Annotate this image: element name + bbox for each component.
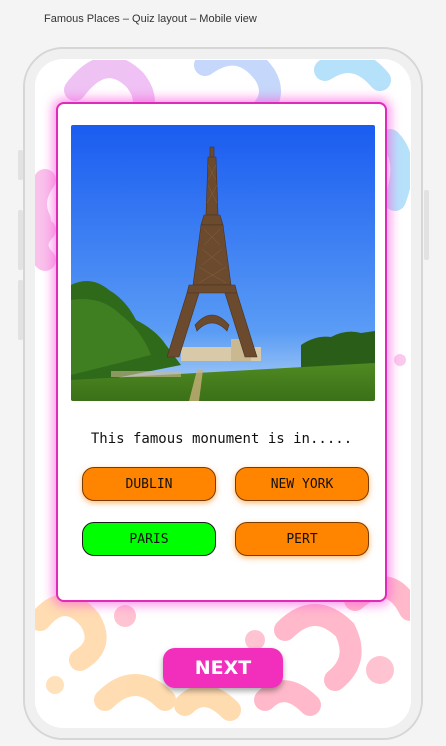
answer-button-new-york[interactable]: NEW YORK [235,467,369,501]
answer-button-paris[interactable]: PARIS [82,522,216,556]
question-text: This famous monument is in..... [90,431,353,447]
eiffel-tower-illustration [71,125,375,401]
eiffel-tower-image [71,125,375,401]
answer-button-pert[interactable]: PERT [235,522,369,556]
quiz-card: This famous monument is in..... DUBLIN N… [56,102,387,602]
canvas-title: Famous Places – Quiz layout – Mobile vie… [44,13,257,25]
answer-button-dublin[interactable]: DUBLIN [82,467,216,501]
phone-screen: This famous monument is in..... DUBLIN N… [35,60,410,727]
phone-side-button [424,190,429,260]
next-button[interactable]: NEXT [163,648,283,688]
